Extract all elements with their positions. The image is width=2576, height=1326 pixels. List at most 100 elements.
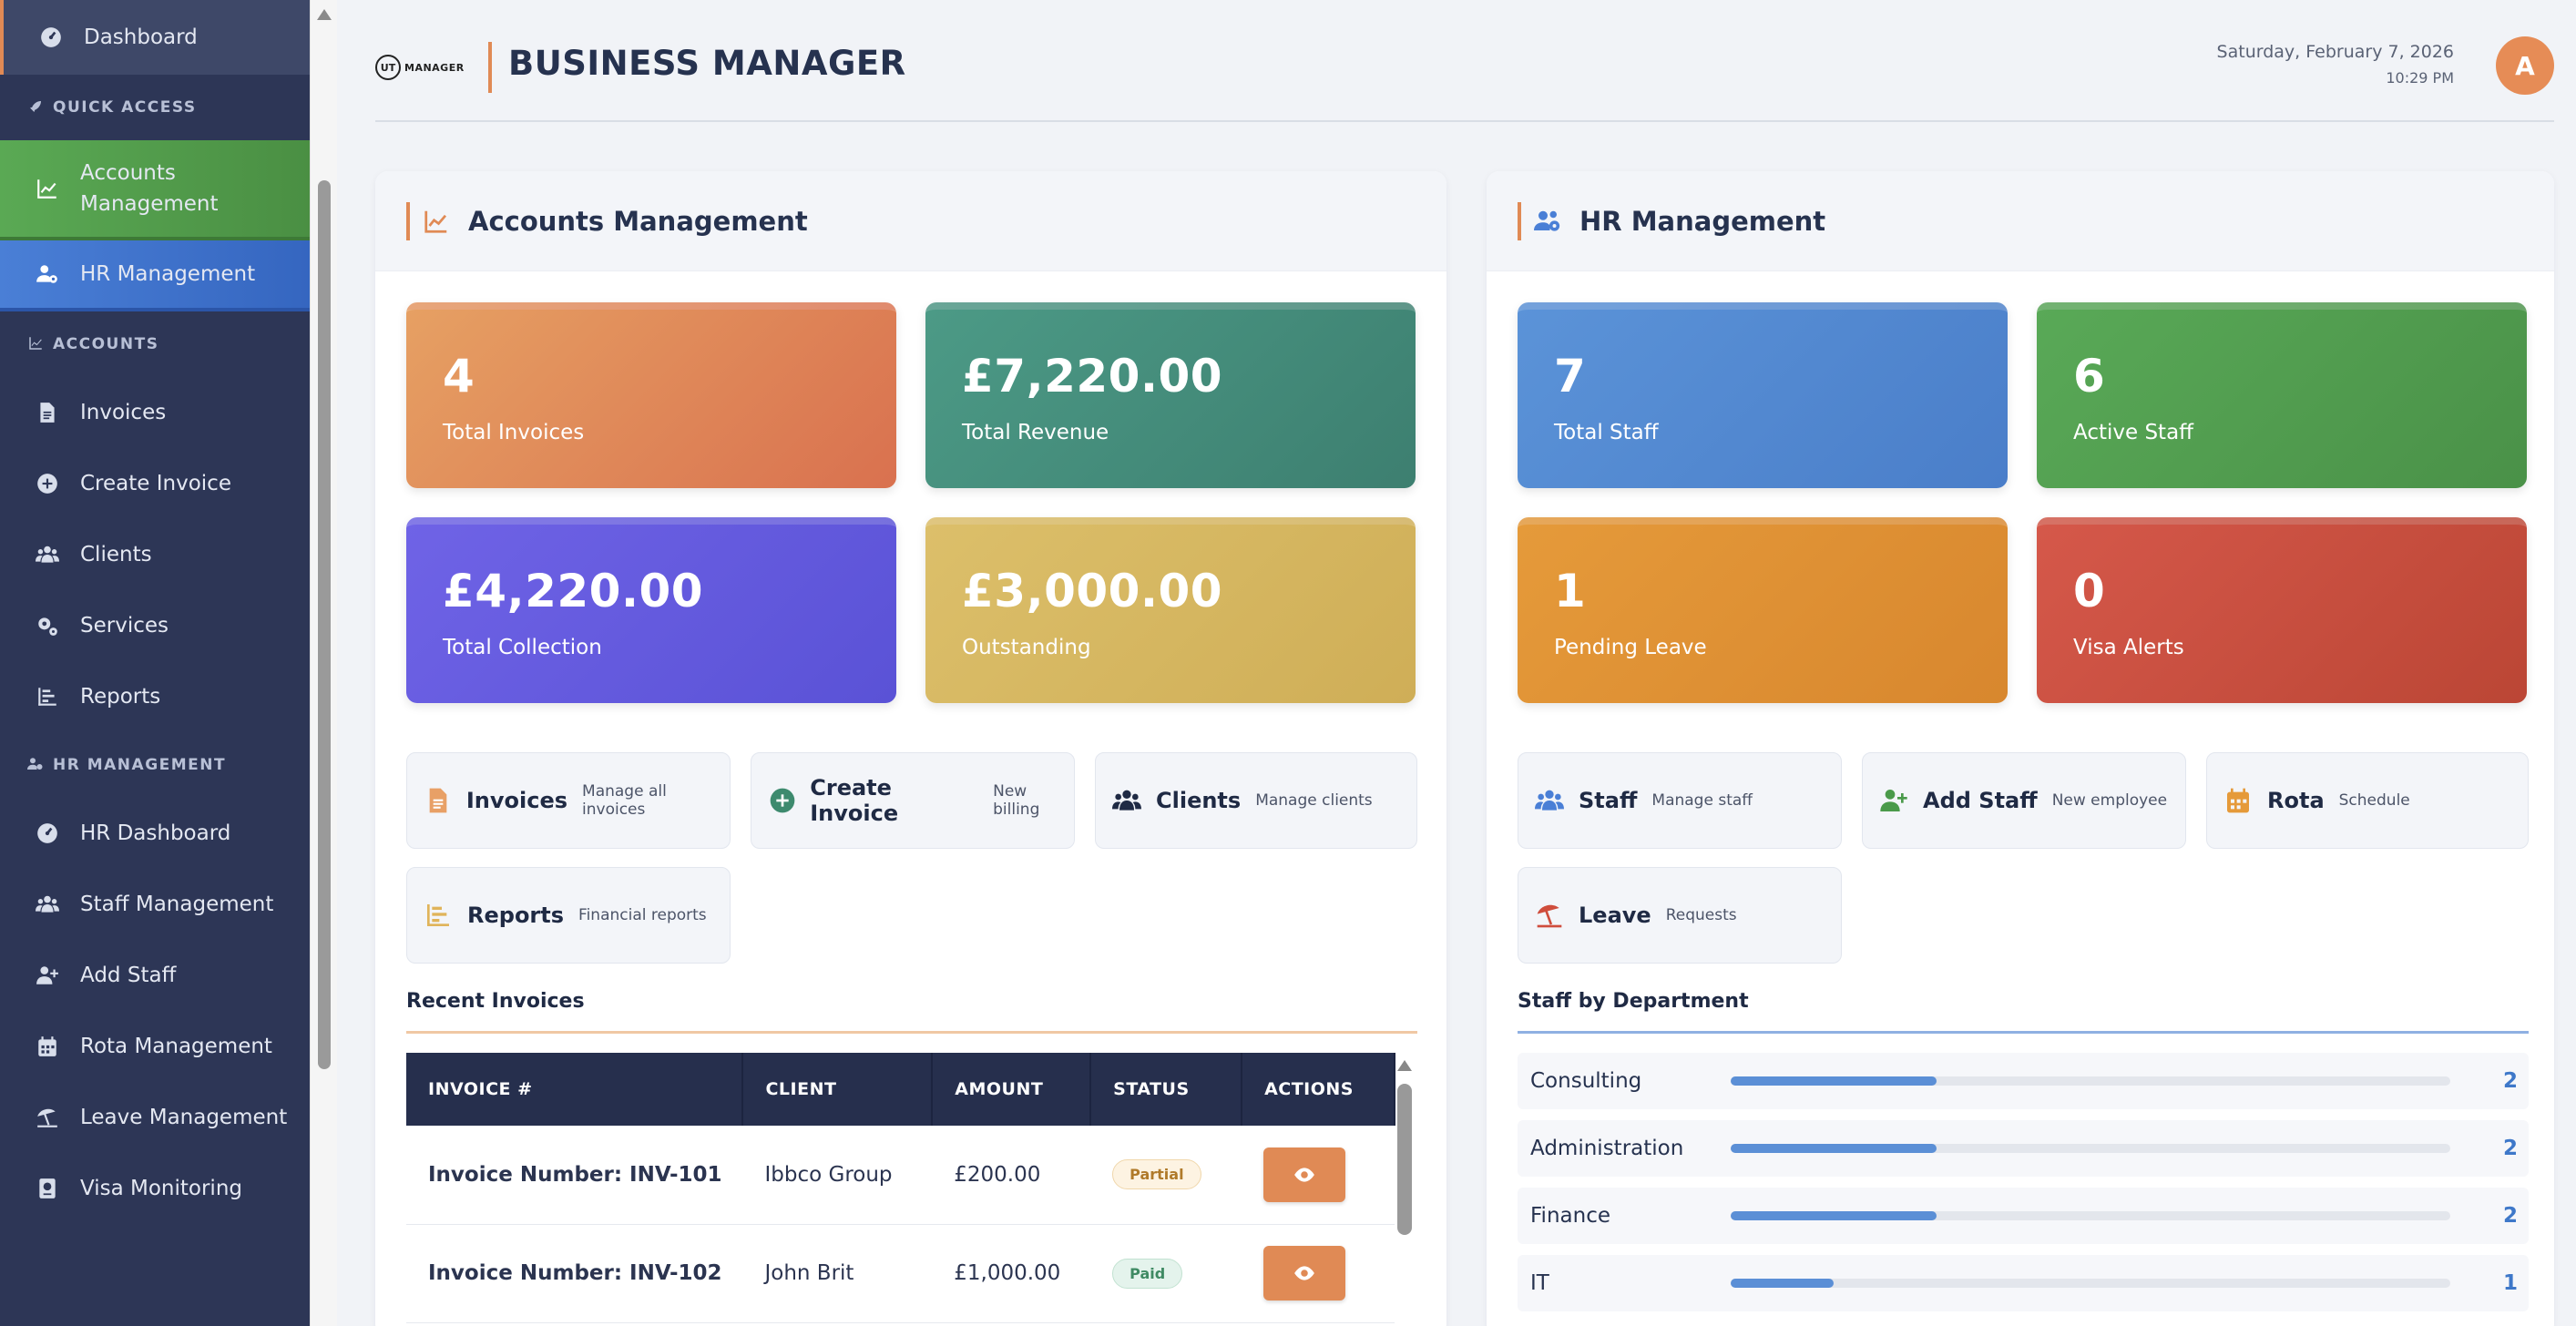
quick-action-subtitle: Financial reports [578, 906, 707, 924]
avatar[interactable]: A [2496, 36, 2554, 95]
users-cog-icon [1534, 208, 1561, 235]
users-icon [35, 542, 60, 567]
view-invoice-button[interactable] [1263, 1246, 1346, 1300]
status-cell: Paid [1090, 1224, 1242, 1323]
department-progress-track [1731, 1144, 2450, 1153]
column-header[interactable]: ACTIONS [1242, 1053, 1395, 1126]
stat-value: £7,220.00 [962, 350, 1223, 403]
calendar-icon [2223, 785, 2254, 816]
stat-card-visa-alerts[interactable]: 0 Visa Alerts [2037, 517, 2527, 703]
logo[interactable]: UT MANAGER [375, 51, 481, 84]
quick-action-title: Clients [1156, 788, 1242, 813]
scrollbar-thumb[interactable] [318, 180, 331, 1069]
department-name: IT [1530, 1271, 1549, 1295]
stat-card-total-revenue[interactable]: £7,220.00 Total Revenue [925, 302, 1416, 488]
view-invoice-button[interactable] [1263, 1147, 1346, 1202]
stat-card-total-staff[interactable]: 7 Total Staff [1518, 302, 2008, 488]
stat-label: Total Invoices [443, 421, 585, 444]
sidebar-item-clients[interactable]: Clients [0, 519, 310, 590]
column-header[interactable]: INVOICE # [406, 1053, 744, 1126]
sidebar-item-label: Dashboard [84, 26, 198, 49]
quick-action-reports[interactable]: Reports Financial reports [406, 867, 731, 964]
users-cog-icon [35, 261, 60, 287]
quick-action-subtitle: Manage all invoices [582, 782, 667, 819]
stat-card-outstanding[interactable]: £3,000.00 Outstanding [925, 517, 1416, 703]
stat-card-total-collection[interactable]: £4,220.00 Total Collection [406, 517, 896, 703]
sidebar-item-reports[interactable]: Reports [0, 661, 310, 732]
eye-icon [1294, 1266, 1314, 1280]
stat-card-pending-leave[interactable]: 1 Pending Leave [1518, 517, 2008, 703]
tachometer-icon [38, 25, 64, 50]
sidebar-item-create-invoice[interactable]: Create Invoice [0, 448, 310, 519]
quick-action-title: Rota [2267, 788, 2325, 813]
department-count: 2 [2502, 1069, 2518, 1093]
recent-invoices-title: Recent Invoices [406, 990, 585, 1013]
sidebar-item-label: Services [80, 614, 169, 638]
sidebar-item-staff-management[interactable]: Staff Management [0, 869, 310, 940]
panel-title: Accounts Management [468, 205, 808, 237]
department-progress-track [1731, 1076, 2450, 1086]
stat-label: Visa Alerts [2073, 636, 2184, 659]
quick-action-leave[interactable]: Leave Requests [1518, 867, 1842, 964]
plus-circle-icon [35, 471, 60, 496]
scroll-up-icon[interactable] [1397, 1060, 1412, 1071]
calendar-icon [35, 1034, 60, 1059]
stat-value: 1 [1554, 565, 1587, 617]
quick-action-rota[interactable]: Rota Schedule [2206, 752, 2529, 849]
quick-action-invoices[interactable]: Invoices Manage all invoices [406, 752, 731, 849]
sidebar-item-hr-management[interactable]: HR Management [0, 240, 310, 311]
sidebar: Dashboard QUICK ACCESS Accounts Manageme… [0, 0, 310, 1326]
table-header-row: INVOICE # CLIENT AMOUNT STATUS ACTIONS [406, 1053, 1395, 1126]
users-icon [35, 892, 60, 917]
department-row: Finance 2 [1518, 1188, 2529, 1244]
stat-card-total-invoices[interactable]: 4 Total Invoices [406, 302, 896, 488]
sidebar-item-add-staff[interactable]: Add Staff [0, 940, 310, 1011]
quick-action-staff[interactable]: Staff Manage staff [1518, 752, 1842, 849]
sidebar-item-dashboard[interactable]: Dashboard [0, 0, 310, 75]
panel-header: HR Management [1487, 171, 2554, 271]
umbrella-beach-icon [1535, 900, 1566, 931]
cogs-icon [35, 613, 60, 638]
stat-card-active-staff[interactable]: 6 Active Staff [2037, 302, 2527, 488]
accounts-panel: Accounts Management 4 Total Invoices £7,… [375, 171, 1446, 1326]
department-count: 2 [2502, 1204, 2518, 1228]
quick-action-title: Add Staff [1923, 788, 2038, 813]
rocket-icon [27, 98, 46, 117]
sidebar-item-hr-dashboard[interactable]: HR Dashboard [0, 798, 310, 869]
sidebar-item-label: Accounts Management [80, 161, 219, 216]
stat-value: £3,000.00 [962, 565, 1223, 617]
logo-text: MANAGER [404, 61, 465, 74]
sidebar-item-visa-monitoring[interactable]: Visa Monitoring [0, 1153, 310, 1224]
sidebar-item-services[interactable]: Services [0, 590, 310, 661]
chart-bar-icon [35, 684, 60, 709]
status-badge: Paid [1112, 1258, 1183, 1289]
client-name: John Brit [742, 1224, 933, 1323]
stat-value: 4 [443, 350, 475, 403]
column-header[interactable]: CLIENT [742, 1053, 934, 1126]
quick-action-create-invoice[interactable]: Create Invoice New billing [751, 752, 1075, 849]
department-progress-track [1731, 1279, 2450, 1288]
sidebar-item-rota-management[interactable]: Rota Management [0, 1011, 310, 1082]
stat-label: Pending Leave [1554, 636, 1707, 659]
column-header[interactable]: STATUS [1090, 1053, 1243, 1126]
invoice-number: Invoice Number: INV-101 [406, 1126, 743, 1225]
table-scrollbar[interactable] [1394, 1056, 1416, 1326]
quick-action-add-staff[interactable]: Add Staff New employee [1862, 752, 2186, 849]
sidebar-item-leave-management[interactable]: Leave Management [0, 1082, 310, 1153]
department-count: 2 [2502, 1137, 2518, 1160]
sidebar-item-invoices[interactable]: Invoices [0, 377, 310, 448]
quick-action-clients[interactable]: Clients Manage clients [1095, 752, 1417, 849]
column-header[interactable]: AMOUNT [932, 1053, 1092, 1126]
header-divider [488, 42, 492, 93]
section-label: QUICK ACCESS [53, 98, 197, 117]
scrollbar-thumb[interactable] [1397, 1084, 1412, 1235]
department-row: Administration 2 [1518, 1120, 2529, 1177]
file-invoice-icon [35, 400, 60, 425]
logo-mark: UT [375, 55, 401, 80]
scroll-up-icon[interactable] [317, 9, 332, 20]
sidebar-item-accounts-management[interactable]: Accounts Management [0, 140, 310, 240]
department-progress-fill [1731, 1076, 1937, 1086]
page-scrollbar[interactable] [310, 0, 337, 1326]
quick-action-title: Create Invoice [810, 775, 899, 826]
sidebar-item-label: Clients [80, 543, 152, 566]
